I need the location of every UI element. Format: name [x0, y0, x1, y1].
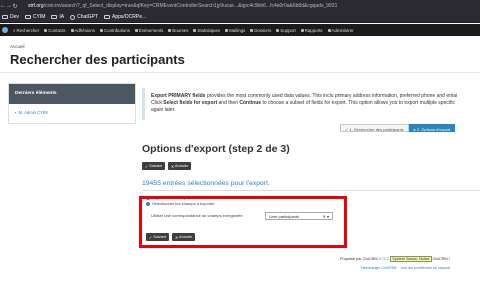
mail-icon: [225, 28, 229, 32]
top-button-row: ✓ Suivant ✕ Annuler: [142, 162, 192, 170]
calendar-icon: [134, 28, 138, 32]
issues-link[interactable]: Voir les problèmes en rapport: [401, 266, 451, 270]
menu-label: Support: [280, 27, 296, 33]
url-host: strf.org: [28, 3, 44, 9]
menu-administer[interactable]: Administrer: [327, 27, 354, 33]
menu-label: Rechercher: [16, 27, 40, 33]
menu-label: Administrer: [331, 27, 354, 33]
folder-icon: [250, 28, 254, 32]
wizard-step-2: ▸ 2. Options d'export: [408, 124, 456, 132]
help-bold-select: Select fields for export: [163, 100, 218, 106]
folder-icon: [51, 15, 58, 19]
menu-label: Événements: [138, 27, 164, 33]
footer-powered: Propulsé par CiviCRM 5.72.2 System Statu…: [340, 256, 480, 262]
menu-label: Bourses: [172, 27, 189, 33]
civicrm-menubar: ⌕ Rechercher Contacts Adhésions Contribut…: [0, 24, 480, 36]
recent-items-title: Derniers éléments: [9, 84, 135, 104]
highlight-box: [139, 196, 347, 248]
menu-label: Mailings: [229, 27, 246, 33]
menu-contacts[interactable]: Contacts: [44, 27, 66, 33]
menu-label: Contacts: [48, 27, 66, 33]
help-line-2a: Click: [151, 100, 164, 106]
bookmark-ia[interactable]: IA: [51, 14, 64, 20]
bookmark-chatgpt[interactable]: ChatGPT: [70, 14, 98, 20]
wizard-step-1[interactable]: ✓ 1. Rechercher des participants: [340, 124, 409, 132]
menu-label: Statistiques: [197, 27, 221, 33]
browser-url-bar: ← → ↻ strf.org/civicrm/search?_qf_Select…: [0, 0, 480, 12]
recent-item-label: M. Admin CYIM: [18, 110, 48, 115]
help-line-2c: to choose a subset of fields for export.…: [261, 100, 455, 106]
menu-events[interactable]: Événements: [134, 27, 164, 33]
help-bold-continue: Continue: [239, 100, 262, 106]
bookmark-label: CYIM: [32, 14, 46, 20]
menu-support[interactable]: Support: [276, 27, 296, 33]
bookmark-label: Dev: [10, 14, 19, 20]
bookmark-cyim[interactable]: CYIM: [24, 14, 46, 20]
help-line-2b: and then: [217, 100, 240, 106]
system-status-badge[interactable]: System Status: Notice: [390, 256, 432, 262]
person-icon: ▪: [15, 110, 17, 115]
breadcrumb[interactable]: Accueil: [10, 44, 25, 49]
check-icon: ✓: [145, 164, 149, 169]
powered-text: Propulsé par CiviCRM: [340, 257, 378, 261]
options-title: Options d'export (step 2 de 3): [142, 143, 290, 155]
header-divider: [0, 72, 480, 73]
menu-search[interactable]: ⌕ Rechercher: [13, 28, 39, 33]
url-path: /civicrm/search?_qf_Select_display=true&…: [43, 3, 338, 9]
next-button[interactable]: ✓ Suivant: [142, 162, 165, 170]
grants-icon: [168, 28, 172, 32]
footer-tail: CiviCRM i: [432, 257, 450, 261]
recent-items-block: Derniers éléments ▪ M. Admin CYIM: [8, 83, 136, 124]
menu-label: Adhésions: [74, 27, 96, 33]
footer-links: Télécharger CiviCRM. Voir les problèmes …: [360, 266, 450, 270]
version-link[interactable]: 5.72.2: [379, 257, 390, 261]
support-icon: [276, 28, 280, 32]
selected-count: 19455 entrées sélectionnées pour l'expor…: [142, 180, 270, 187]
contacts-icon: [44, 28, 48, 32]
folder-icon: [103, 15, 110, 19]
menu-mailings[interactable]: Mailings: [225, 28, 245, 33]
recent-item[interactable]: ▪ M. Admin CYIM: [9, 104, 135, 123]
menu-statistics[interactable]: Statistiques: [193, 28, 220, 33]
cancel-button[interactable]: ✕ Annuler: [167, 162, 192, 170]
menu-memberships[interactable]: Adhésions: [70, 27, 96, 33]
cancel-label: Annuler: [175, 164, 189, 168]
memberships-icon: [70, 28, 74, 32]
gear-icon: [327, 28, 331, 32]
menu-contributions[interactable]: Contributions: [100, 28, 130, 33]
chatgpt-icon: [70, 14, 76, 20]
menu-reports[interactable]: Rapports: [300, 27, 323, 33]
folder-icon: [24, 15, 31, 19]
menu-label: Contributions: [104, 27, 130, 33]
search-icon: ⌕: [13, 27, 16, 33]
address-field[interactable]: strf.org/civicrm/search?_qf_Select_displ…: [28, 3, 337, 9]
bookmarks-bar: Dev CYIM IA ChatGPT Apps/OCRPe...: [0, 12, 480, 23]
bookmark-dev[interactable]: Dev: [2, 14, 19, 20]
help-line-1: provides the most commonly used data val…: [205, 93, 458, 99]
menu-grants[interactable]: Bourses: [168, 28, 188, 33]
next-label: Suivant: [149, 164, 162, 168]
count-divider: [142, 190, 480, 191]
menu-label: Rapports: [304, 27, 323, 33]
reload-button[interactable]: ↻: [12, 3, 18, 10]
reports-icon: [300, 28, 304, 32]
civicrm-logo-icon[interactable]: [2, 27, 8, 33]
bookmark-label: Apps/OCRPe...: [111, 14, 147, 20]
chart-icon: [193, 28, 197, 32]
wizard-steps: ✓ 1. Rechercher des participants ▸ 2. Op…: [340, 124, 456, 132]
help-text: Export PRIMARY fields provides the most …: [142, 88, 480, 120]
help-line-3: again later.: [151, 107, 176, 113]
page-title: Rechercher des participants: [10, 52, 185, 67]
contributions-icon: [100, 28, 104, 32]
bookmark-apps[interactable]: Apps/OCRPe...: [103, 14, 147, 20]
menu-label: Dossiers: [254, 27, 272, 33]
menu-cases[interactable]: Dossiers: [250, 28, 271, 33]
folder-icon: [2, 15, 8, 19]
bookmark-label: IA: [59, 14, 65, 20]
download-link[interactable]: Télécharger CiviCRM.: [360, 266, 397, 270]
bookmark-label: ChatGPT: [77, 14, 98, 20]
close-icon: ✕: [170, 164, 175, 169]
help-bold-primary: Export PRIMARY fields: [151, 93, 206, 99]
